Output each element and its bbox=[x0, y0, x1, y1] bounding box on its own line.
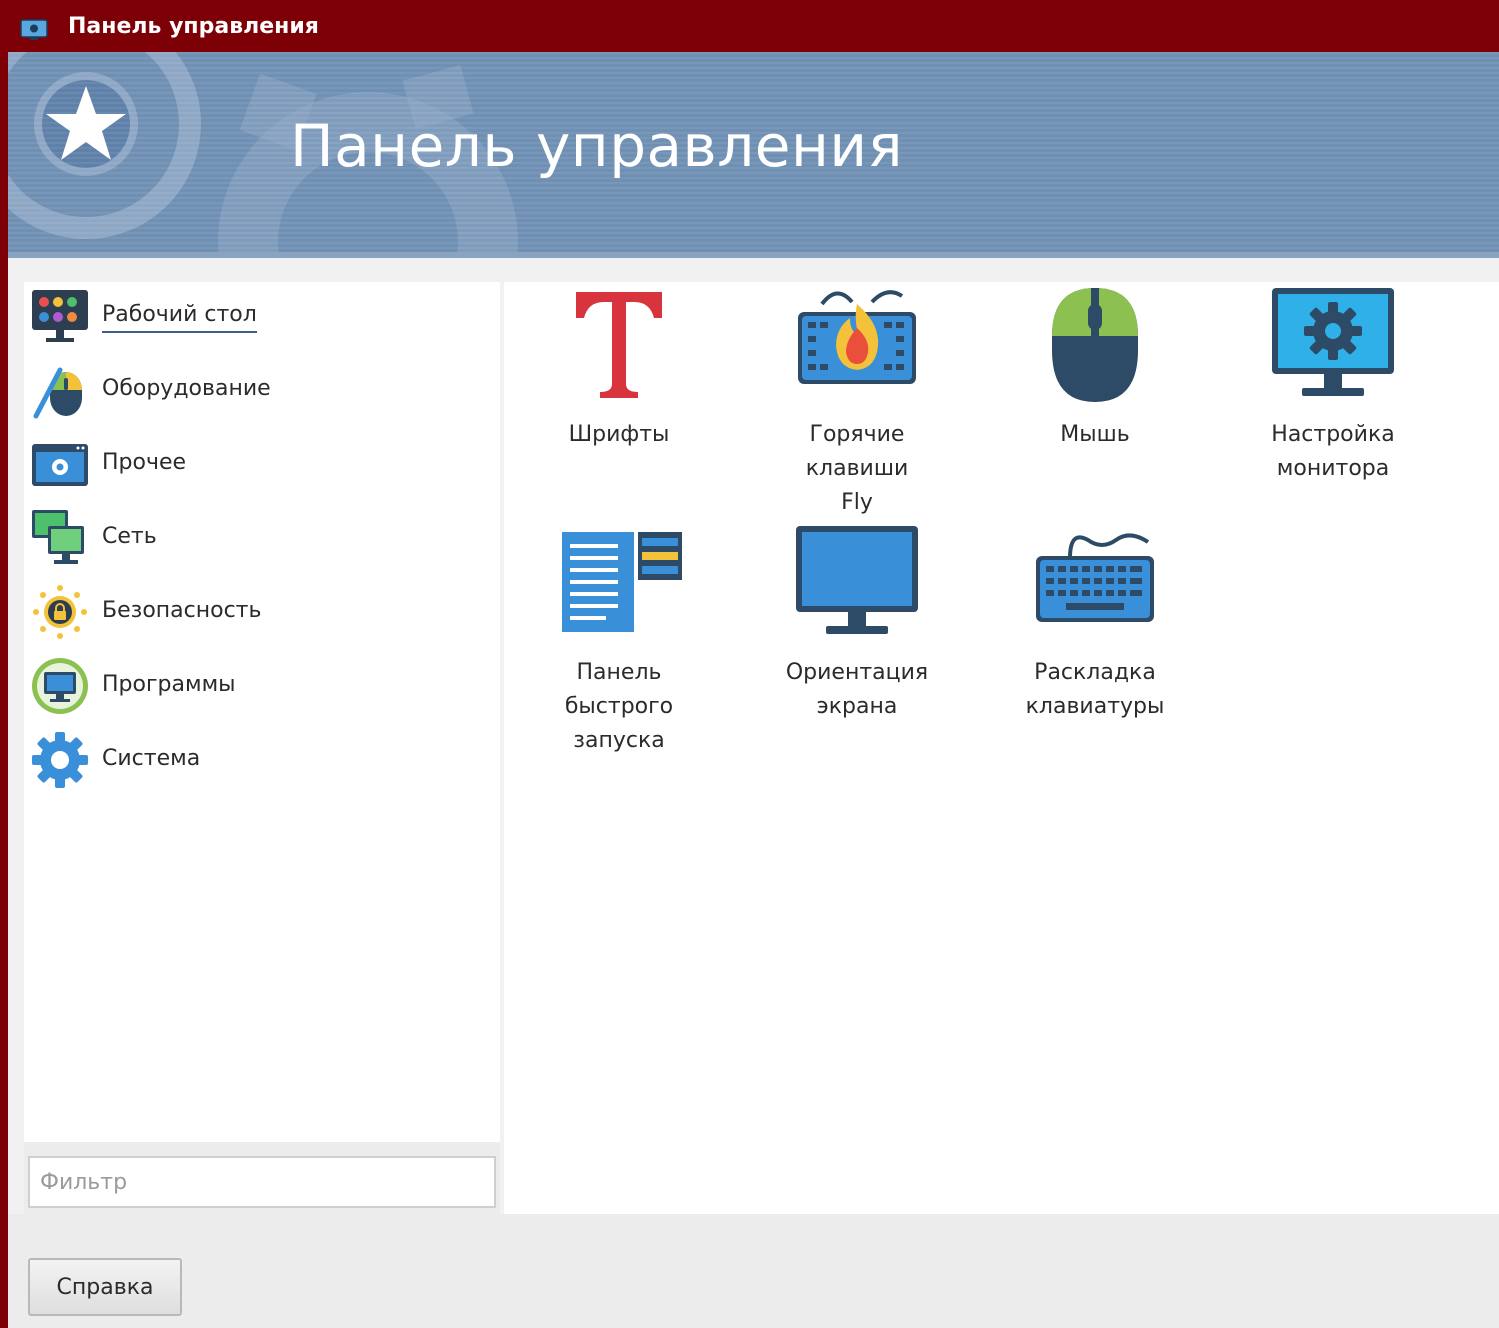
sidebar-item-desktop[interactable]: Рабочий стол bbox=[24, 282, 500, 346]
keyboard-layout-icon bbox=[1036, 533, 1154, 622]
banner-title: Панель управления bbox=[290, 112, 903, 180]
filter-area bbox=[24, 1142, 500, 1214]
filter-input[interactable] bbox=[28, 1156, 496, 1208]
sidebar-item-label: Безопасность bbox=[102, 598, 262, 623]
tile-label: Мышь bbox=[1060, 422, 1130, 447]
sidebar-item-programs[interactable]: Программы bbox=[24, 652, 500, 716]
sidebar-item-label: Рабочий стол bbox=[102, 302, 257, 333]
tile-keyboard-layout[interactable]: Раскладка клавиатуры bbox=[990, 522, 1200, 724]
tile-label: Раскладка клавиатуры bbox=[1025, 660, 1165, 719]
sidebar-item-network[interactable]: Сеть bbox=[24, 504, 500, 568]
desktop-palette-icon bbox=[32, 290, 88, 342]
sidebar-item-hardware[interactable]: Оборудование bbox=[24, 356, 500, 420]
applets-grid: Шрифты Горячие клавиши Fly Мышь Настройк… bbox=[504, 282, 1499, 1214]
screen-orientation-icon bbox=[796, 526, 918, 634]
sidebar-item-label: Система bbox=[102, 746, 201, 771]
title-bar[interactable]: Панель управления bbox=[0, 0, 1499, 52]
other-settings-icon bbox=[32, 444, 88, 486]
tile-label: Шрифты bbox=[568, 422, 670, 447]
tile-label: Ориентация экрана bbox=[785, 660, 929, 719]
sidebar-item-other[interactable]: Прочее bbox=[24, 430, 500, 494]
programs-monitor-icon bbox=[32, 658, 88, 714]
tile-label: Настройка монитора bbox=[1271, 422, 1395, 481]
security-lock-icon bbox=[33, 585, 87, 639]
hotkeys-icon bbox=[798, 290, 916, 384]
tile-label: Горячие клавиши Fly bbox=[805, 422, 909, 515]
monitor-settings-icon bbox=[1272, 288, 1394, 396]
tile-mouse[interactable]: Мышь bbox=[990, 284, 1200, 452]
footer-bar: Справка bbox=[8, 1214, 1499, 1328]
fonts-icon bbox=[576, 292, 662, 398]
category-sidebar: Рабочий стол Оборудование Прочее Сеть Бе… bbox=[24, 282, 500, 1142]
header-banner: Панель управления bbox=[8, 52, 1499, 258]
tile-fonts[interactable]: Шрифты bbox=[514, 284, 724, 452]
help-button[interactable]: Справка bbox=[28, 1258, 182, 1316]
tile-screen-orientation[interactable]: Ориентация экрана bbox=[752, 522, 962, 724]
sidebar-item-label: Оборудование bbox=[102, 376, 271, 401]
sidebar-item-label: Сеть bbox=[102, 524, 157, 549]
control-panel-app-icon bbox=[20, 19, 48, 40]
sidebar-item-system[interactable]: Система bbox=[24, 726, 500, 790]
window-title: Панель управления bbox=[68, 14, 319, 39]
banner-bottom-edge bbox=[8, 252, 1499, 258]
network-monitors-icon bbox=[32, 510, 84, 564]
quick-launch-panel-icon bbox=[562, 532, 682, 632]
hardware-mouse-pen-icon bbox=[33, 367, 82, 419]
sidebar-item-label: Прочее bbox=[102, 450, 187, 475]
system-gear-icon bbox=[32, 732, 88, 788]
tile-hotkeys[interactable]: Горячие клавиши Fly bbox=[752, 284, 962, 520]
window-content: Панель управления Рабочий стол Оборудова… bbox=[8, 52, 1499, 1328]
mouse-icon bbox=[1052, 288, 1138, 402]
sidebar-item-label: Программы bbox=[102, 672, 236, 697]
sidebar-item-security[interactable]: Безопасность bbox=[24, 578, 500, 642]
tile-label: Панель быстрого запуска bbox=[564, 660, 674, 753]
control-panel-window: Панель управления Панель управления Рабо… bbox=[0, 0, 1499, 1328]
tile-quick-launch-panel[interactable]: Панель быстрого запуска bbox=[514, 522, 724, 758]
tile-monitor-settings[interactable]: Настройка монитора bbox=[1228, 284, 1438, 486]
